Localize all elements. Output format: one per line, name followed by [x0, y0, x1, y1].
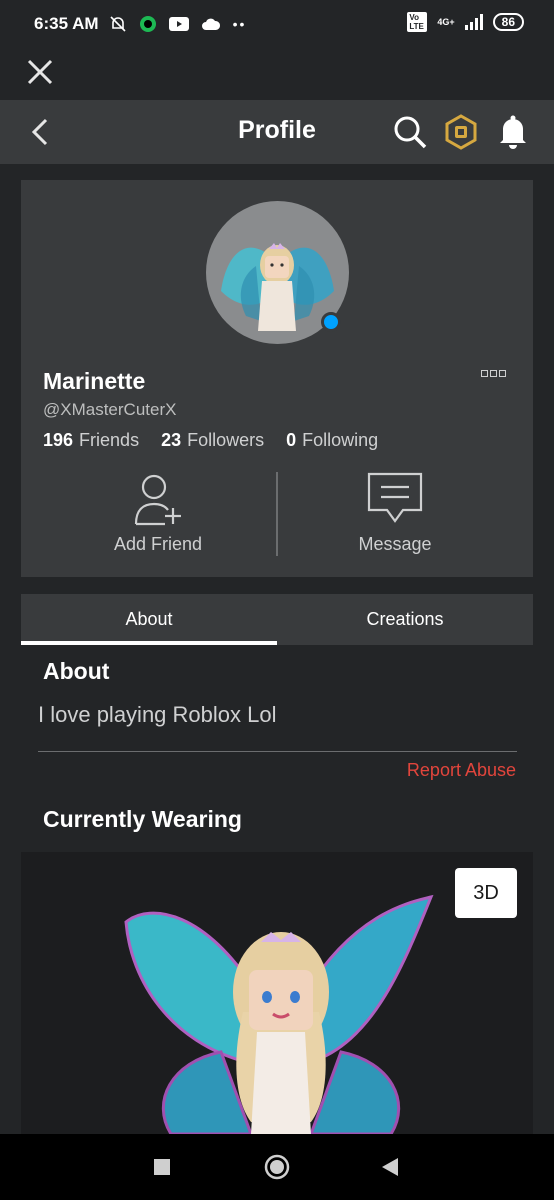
followers-count: 23	[161, 430, 182, 450]
username: @XMasterCuterX	[43, 400, 177, 419]
recents-icon[interactable]	[154, 1159, 170, 1175]
followers-stat[interactable]: 23 Followers	[161, 430, 264, 451]
more-notifications-icon: ••	[232, 16, 247, 32]
battery-indicator: 86	[492, 13, 524, 31]
friends-label: Friends	[79, 430, 140, 450]
status-time: 6:35 AM	[34, 14, 99, 33]
tab-about[interactable]: About	[21, 594, 277, 645]
followers-label: Followers	[187, 430, 265, 450]
close-bar	[0, 48, 554, 100]
add-friend-icon	[134, 474, 181, 526]
add-friend-button[interactable]: Add Friend	[38, 472, 278, 562]
active-tab-indicator	[21, 641, 277, 645]
about-heading: About	[43, 658, 110, 684]
following-count: 0	[286, 430, 297, 450]
friends-stat[interactable]: 196 Friends	[43, 430, 139, 451]
close-icon[interactable]	[24, 56, 56, 88]
following-label: Following	[302, 430, 379, 450]
youtube-icon	[168, 17, 189, 31]
about-text: I love playing Roblox Lol	[38, 702, 277, 727]
tab-creations[interactable]: Creations	[277, 594, 533, 645]
search-icon[interactable]	[392, 114, 428, 150]
view-3d-button[interactable]: 3D	[455, 868, 517, 918]
message-label: Message	[358, 534, 432, 554]
report-abuse-link[interactable]: Report Abuse	[407, 760, 516, 781]
profile-tabs: About Creations	[21, 594, 533, 645]
volte-icon: Vo LTE	[407, 12, 428, 32]
following-stat[interactable]: 0 Following	[286, 430, 378, 451]
cloud-icon	[201, 18, 220, 30]
display-name: Marinette	[43, 368, 146, 394]
friends-count: 196	[43, 430, 74, 450]
top-nav: Profile	[0, 100, 554, 164]
message-icon	[367, 472, 423, 523]
avatar-preview-panel[interactable]: 3D	[21, 852, 533, 1134]
notification-bell-icon[interactable]	[496, 114, 530, 150]
bell-off-icon	[109, 16, 126, 32]
profile-stats: 196 Friends 23 Followers 0 Following	[43, 430, 378, 451]
add-friend-label: Add Friend	[113, 534, 203, 554]
status-bar: 6:35 AM •• Vo LTE 4G+ 86	[0, 0, 554, 48]
home-icon[interactable]	[264, 1154, 290, 1180]
app-icon	[139, 16, 156, 32]
signal-icon	[464, 14, 483, 30]
about-divider	[38, 751, 517, 752]
online-status-dot	[321, 312, 341, 332]
system-nav-bar	[0, 1134, 554, 1200]
currently-wearing-heading: Currently Wearing	[43, 806, 242, 832]
profile-card: Marinette @XMasterCuterX 196 Friends 23 Fo…	[21, 180, 533, 577]
robux-icon[interactable]	[444, 114, 478, 150]
back-nav-icon[interactable]	[380, 1156, 400, 1178]
network-type: 4G+	[437, 17, 455, 27]
more-options-icon[interactable]	[481, 370, 506, 377]
message-button[interactable]: Message	[275, 472, 515, 562]
